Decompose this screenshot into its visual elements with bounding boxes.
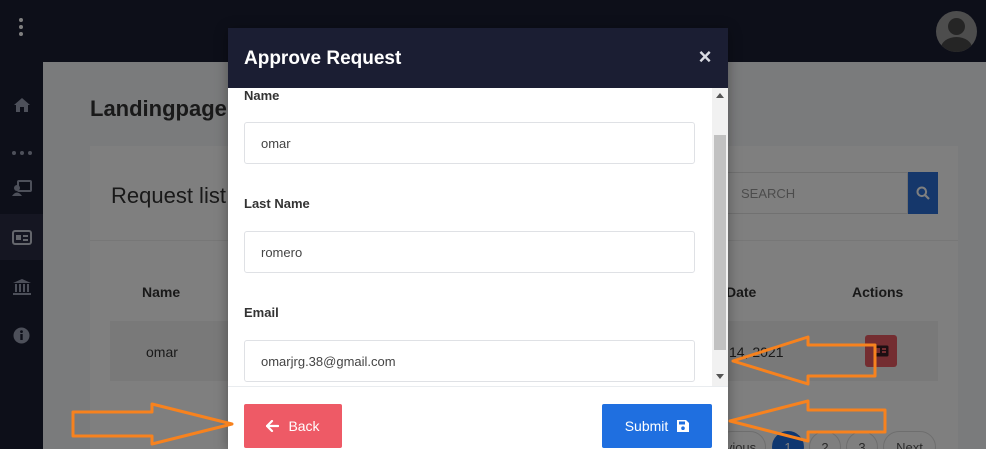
scroll-thumb[interactable]	[714, 135, 726, 350]
modal-header: Approve Request ×	[228, 28, 728, 88]
modal-scrollbar[interactable]	[712, 88, 728, 386]
approve-request-modal: Approve Request × Name Last Name Email B…	[228, 28, 728, 449]
close-icon[interactable]: ×	[695, 45, 715, 69]
scroll-down-arrow-icon[interactable]	[716, 374, 724, 379]
modal-title: Approve Request	[244, 48, 402, 69]
email-label: Email	[244, 305, 279, 320]
arrow-left-icon	[266, 420, 280, 432]
name-label: Name	[244, 88, 280, 103]
last-name-label: Last Name	[244, 196, 310, 211]
modal-body[interactable]: Name Last Name Email	[228, 88, 728, 386]
save-icon	[677, 420, 690, 432]
email-field[interactable]	[244, 340, 695, 382]
submit-button-label: Submit	[624, 418, 669, 434]
back-button[interactable]: Back	[244, 404, 342, 448]
modal-footer: Back Submit	[228, 386, 728, 449]
submit-button[interactable]: Submit	[602, 404, 712, 448]
name-field[interactable]	[244, 122, 695, 164]
last-name-field[interactable]	[244, 231, 695, 273]
scroll-up-arrow-icon[interactable]	[716, 93, 724, 98]
back-button-label: Back	[288, 418, 320, 434]
